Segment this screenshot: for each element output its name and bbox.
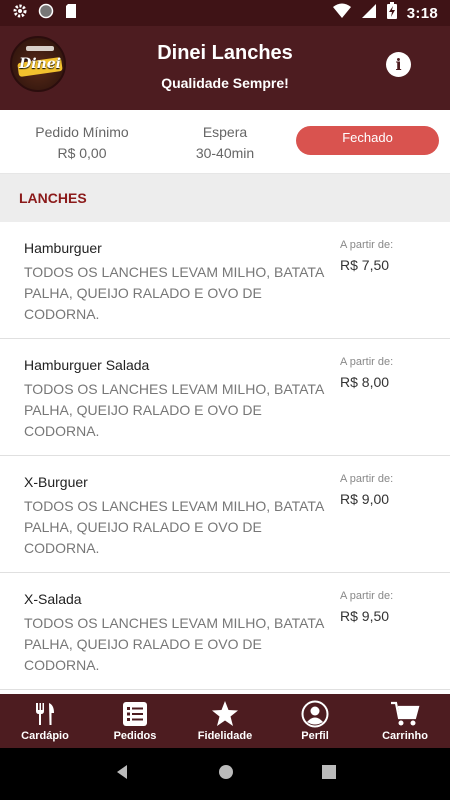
product-list[interactable]: Hamburguer TODOS OS LANCHES LEVAM MILHO,… (0, 222, 450, 694)
product-item[interactable]: X-Burguer TODOS OS LANCHES LEVAM MILHO, … (0, 456, 450, 573)
status-badge: Fechado (296, 126, 439, 155)
product-description: TODOS OS LANCHES LEVAM MILHO, BATATA PAL… (24, 615, 324, 673)
nav-label: Fidelidade (197, 730, 253, 742)
battery-charging-icon (386, 2, 397, 24)
product-price: R$ 8,00 (340, 374, 390, 390)
product-name: Hamburguer Salada (24, 357, 150, 373)
category-header: LANCHES (0, 174, 450, 222)
product-name: X-Burguer (24, 474, 88, 490)
product-name: Hamburguer (24, 240, 102, 256)
product-description: TODOS OS LANCHES LEVAM MILHO, BATATA PAL… (24, 381, 324, 439)
back-icon[interactable] (114, 764, 130, 785)
product-description: TODOS OS LANCHES LEVAM MILHO, BATATA PAL… (24, 264, 324, 322)
nav-item-pedidos[interactable]: Pedidos (90, 694, 180, 748)
wifi-icon (332, 3, 351, 24)
nav-label: Pedidos (113, 730, 157, 742)
status-icons-left (12, 3, 78, 24)
recents-icon[interactable] (322, 764, 336, 784)
record-icon (38, 3, 54, 24)
product-price: R$ 9,50 (340, 608, 390, 624)
product-name: X-Salada (24, 591, 82, 607)
user-icon (300, 699, 330, 729)
min-order-value: R$ 0,00 (57, 145, 107, 161)
price-from-label: A partir de: (340, 356, 394, 368)
product-item[interactable]: X-Salada TODOS OS LANCHES LEVAM MILHO, B… (0, 573, 450, 690)
fork-knife-icon (30, 699, 60, 729)
nav-item-carrinho[interactable]: Carrinho (360, 694, 450, 748)
nav-item-perfil[interactable]: Perfil (270, 694, 360, 748)
system-nav-bar (0, 748, 450, 800)
status-icons-right: 3:18 (332, 2, 438, 24)
list-icon (120, 699, 150, 729)
nav-item-cardapio[interactable]: Cardápio (0, 694, 90, 748)
status-time: 3:18 (406, 4, 438, 22)
wait-label: Espera (202, 124, 248, 140)
min-order-label: Pedido Mínimo (35, 124, 129, 140)
price-from-label: A partir de: (340, 590, 394, 602)
nav-item-fidelidade[interactable]: Fidelidade (180, 694, 270, 748)
price-from-label: A partir de: (340, 473, 394, 485)
wait-time: Espera 30-40min (170, 122, 280, 164)
sd-card-icon (64, 3, 78, 24)
status-bar: 3:18 (0, 0, 450, 26)
store-info-strip: Pedido Mínimo R$ 0,00 Espera 30-40min Fe… (0, 110, 450, 174)
nav-label: Perfil (301, 730, 329, 742)
wait-value: 30-40min (195, 145, 255, 161)
min-order: Pedido Mínimo R$ 0,00 (22, 122, 142, 164)
home-icon[interactable] (218, 764, 234, 785)
category-title: LANCHES (19, 190, 87, 206)
product-price: R$ 7,50 (340, 257, 390, 273)
product-item[interactable]: Hamburguer Salada TODOS OS LANCHES LEVAM… (0, 339, 450, 456)
bottom-nav: Cardápio Pedidos Fidelidade Perfil Carri… (0, 694, 450, 748)
app-header: Dinei Dinei Lanches Qualidade Sempre! i (0, 26, 450, 110)
product-description: TODOS OS LANCHES LEVAM MILHO, BATATA PAL… (24, 498, 324, 556)
store-slogan: Qualidade Sempre! (161, 75, 289, 91)
cart-icon (390, 699, 420, 729)
price-from-label: A partir de: (340, 239, 394, 251)
nav-label: Cardápio (21, 730, 69, 742)
product-item[interactable]: Hamburguer TODOS OS LANCHES LEVAM MILHO,… (0, 222, 450, 339)
nav-label: Carrinho (382, 730, 428, 742)
info-icon: i (395, 55, 402, 74)
store-name: Dinei Lanches (157, 42, 293, 64)
signal-icon (361, 3, 377, 24)
info-button[interactable]: i (386, 52, 411, 77)
product-price: R$ 9,00 (340, 491, 390, 507)
settings-icon (12, 3, 28, 24)
star-icon (210, 699, 240, 729)
